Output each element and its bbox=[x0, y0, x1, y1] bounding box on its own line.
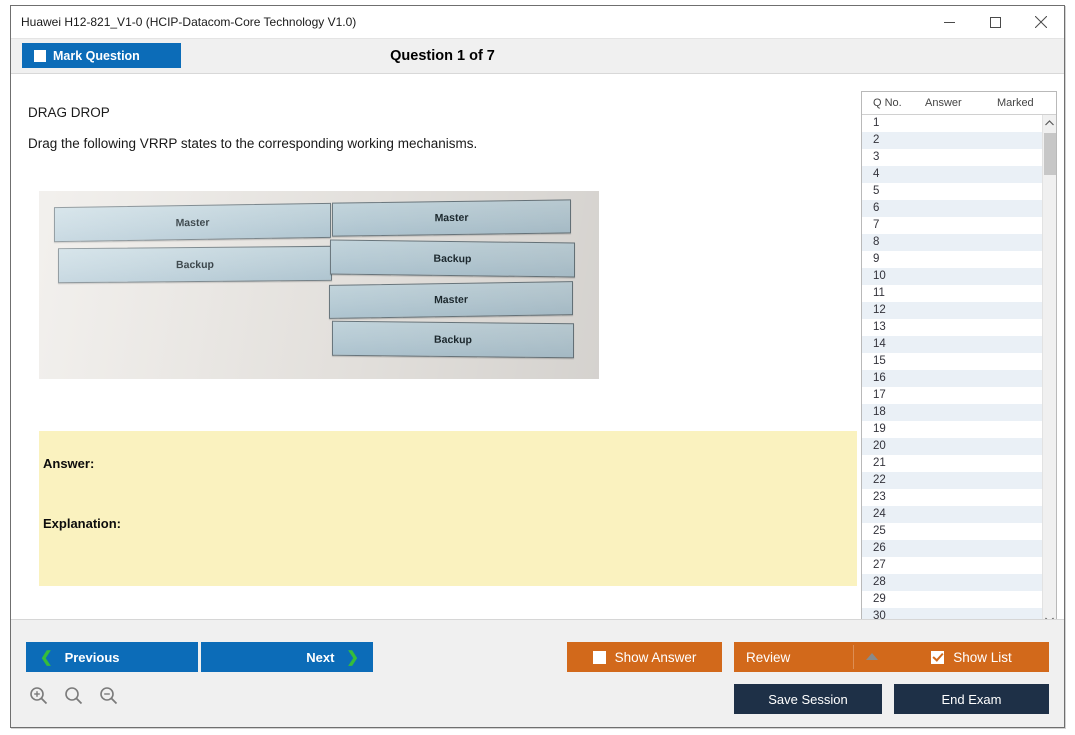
table-row[interactable]: 18 bbox=[862, 404, 1042, 421]
table-row[interactable]: 15 bbox=[862, 353, 1042, 370]
image-box-left-1: Master bbox=[54, 203, 331, 242]
scroll-up-icon[interactable] bbox=[1043, 115, 1056, 131]
table-row[interactable]: 4 bbox=[862, 166, 1042, 183]
previous-button[interactable]: ❮ Previous bbox=[26, 642, 198, 672]
end-exam-label: End Exam bbox=[942, 692, 1002, 707]
explanation-label: Explanation: bbox=[43, 516, 121, 531]
zoom-in-icon[interactable] bbox=[25, 682, 51, 708]
show-answer-label: Show Answer bbox=[615, 650, 697, 665]
question-content: DRAG DROP Drag the following VRRP states… bbox=[11, 74, 859, 619]
column-header-qno: Q No. bbox=[873, 97, 902, 109]
title-bar: Huawei H12-821_V1-0 (HCIP-Datacom-Core T… bbox=[11, 6, 1064, 39]
scrollbar-thumb[interactable] bbox=[1044, 133, 1056, 175]
page-title: Question 1 of 7 bbox=[11, 48, 1064, 64]
image-box-right-2: Backup bbox=[330, 240, 575, 278]
show-list-label: Show List bbox=[953, 650, 1012, 665]
chevron-left-icon: ❮ bbox=[40, 650, 53, 665]
close-icon[interactable] bbox=[1018, 6, 1064, 38]
table-row[interactable]: 10 bbox=[862, 268, 1042, 285]
table-row[interactable]: 21 bbox=[862, 455, 1042, 472]
image-box-left-2: Backup bbox=[58, 246, 332, 283]
show-answer-checkbox[interactable] bbox=[593, 651, 606, 664]
table-row[interactable]: 14 bbox=[862, 336, 1042, 353]
show-answer-button[interactable]: Show Answer bbox=[567, 642, 722, 672]
review-dropdown[interactable]: Review bbox=[734, 642, 894, 672]
image-box-right-3: Master bbox=[329, 281, 573, 319]
end-exam-button[interactable]: End Exam bbox=[894, 684, 1049, 714]
table-row[interactable]: 7 bbox=[862, 217, 1042, 234]
review-label: Review bbox=[746, 650, 790, 665]
previous-label: Previous bbox=[65, 650, 120, 665]
table-row[interactable]: 11 bbox=[862, 285, 1042, 302]
column-header-answer: Answer bbox=[925, 97, 962, 109]
table-row[interactable]: 22 bbox=[862, 472, 1042, 489]
window-controls bbox=[926, 6, 1064, 38]
table-row[interactable]: 26 bbox=[862, 540, 1042, 557]
table-row[interactable]: 8 bbox=[862, 234, 1042, 251]
table-row[interactable]: 5 bbox=[862, 183, 1042, 200]
review-divider bbox=[853, 645, 854, 669]
answer-explanation-panel: Answer: Explanation: bbox=[39, 431, 857, 586]
save-session-label: Save Session bbox=[768, 692, 848, 707]
table-row[interactable]: 25 bbox=[862, 523, 1042, 540]
table-row[interactable]: 6 bbox=[862, 200, 1042, 217]
maximize-icon[interactable] bbox=[972, 6, 1018, 38]
table-row[interactable]: 16 bbox=[862, 370, 1042, 387]
question-list-scrollbar[interactable] bbox=[1042, 115, 1056, 628]
question-list-rows[interactable]: 1234567891011121314151617181920212223242… bbox=[862, 115, 1042, 628]
save-session-button[interactable]: Save Session bbox=[734, 684, 882, 714]
exam-window: Huawei H12-821_V1-0 (HCIP-Datacom-Core T… bbox=[10, 5, 1065, 728]
zoom-toolbar bbox=[25, 682, 121, 708]
next-label: Next bbox=[306, 650, 334, 665]
table-row[interactable]: 13 bbox=[862, 319, 1042, 336]
question-header-bar: Mark Question Question 1 of 7 bbox=[11, 39, 1064, 74]
image-box-right-1: Master bbox=[332, 199, 571, 236]
show-list-checkbox[interactable] bbox=[931, 651, 944, 664]
table-row[interactable]: 9 bbox=[862, 251, 1042, 268]
column-header-marked: Marked bbox=[997, 97, 1034, 109]
question-list-panel: Q No. Answer Marked 12345678910111213141… bbox=[861, 91, 1057, 629]
show-list-button[interactable]: Show List bbox=[894, 642, 1049, 672]
caret-up-icon[interactable] bbox=[866, 653, 878, 660]
question-list-header: Q No. Answer Marked bbox=[862, 92, 1056, 115]
table-row[interactable]: 24 bbox=[862, 506, 1042, 523]
chevron-right-icon: ❯ bbox=[346, 650, 359, 665]
question-instruction: Drag the following VRRP states to the co… bbox=[28, 136, 477, 151]
table-row[interactable]: 19 bbox=[862, 421, 1042, 438]
footer-bar: ❮ Previous Next ❯ Show Answer Review Sho… bbox=[11, 619, 1064, 727]
zoom-reset-icon[interactable] bbox=[60, 682, 86, 708]
table-row[interactable]: 28 bbox=[862, 574, 1042, 591]
table-row[interactable]: 12 bbox=[862, 302, 1042, 319]
question-image: Master Backup Master Backup Master Backu… bbox=[39, 191, 599, 379]
table-row[interactable]: 17 bbox=[862, 387, 1042, 404]
question-type-label: DRAG DROP bbox=[28, 105, 110, 120]
window-title: Huawei H12-821_V1-0 (HCIP-Datacom-Core T… bbox=[21, 15, 356, 29]
answer-label: Answer: bbox=[43, 456, 94, 471]
next-button[interactable]: Next ❯ bbox=[201, 642, 373, 672]
table-row[interactable]: 2 bbox=[862, 132, 1042, 149]
image-box-right-4: Backup bbox=[332, 321, 574, 359]
table-row[interactable]: 20 bbox=[862, 438, 1042, 455]
zoom-out-icon[interactable] bbox=[95, 682, 121, 708]
table-row[interactable]: 29 bbox=[862, 591, 1042, 608]
table-row[interactable]: 1 bbox=[862, 115, 1042, 132]
table-row[interactable]: 3 bbox=[862, 149, 1042, 166]
table-row[interactable]: 23 bbox=[862, 489, 1042, 506]
table-row[interactable]: 27 bbox=[862, 557, 1042, 574]
minimize-icon[interactable] bbox=[926, 6, 972, 38]
